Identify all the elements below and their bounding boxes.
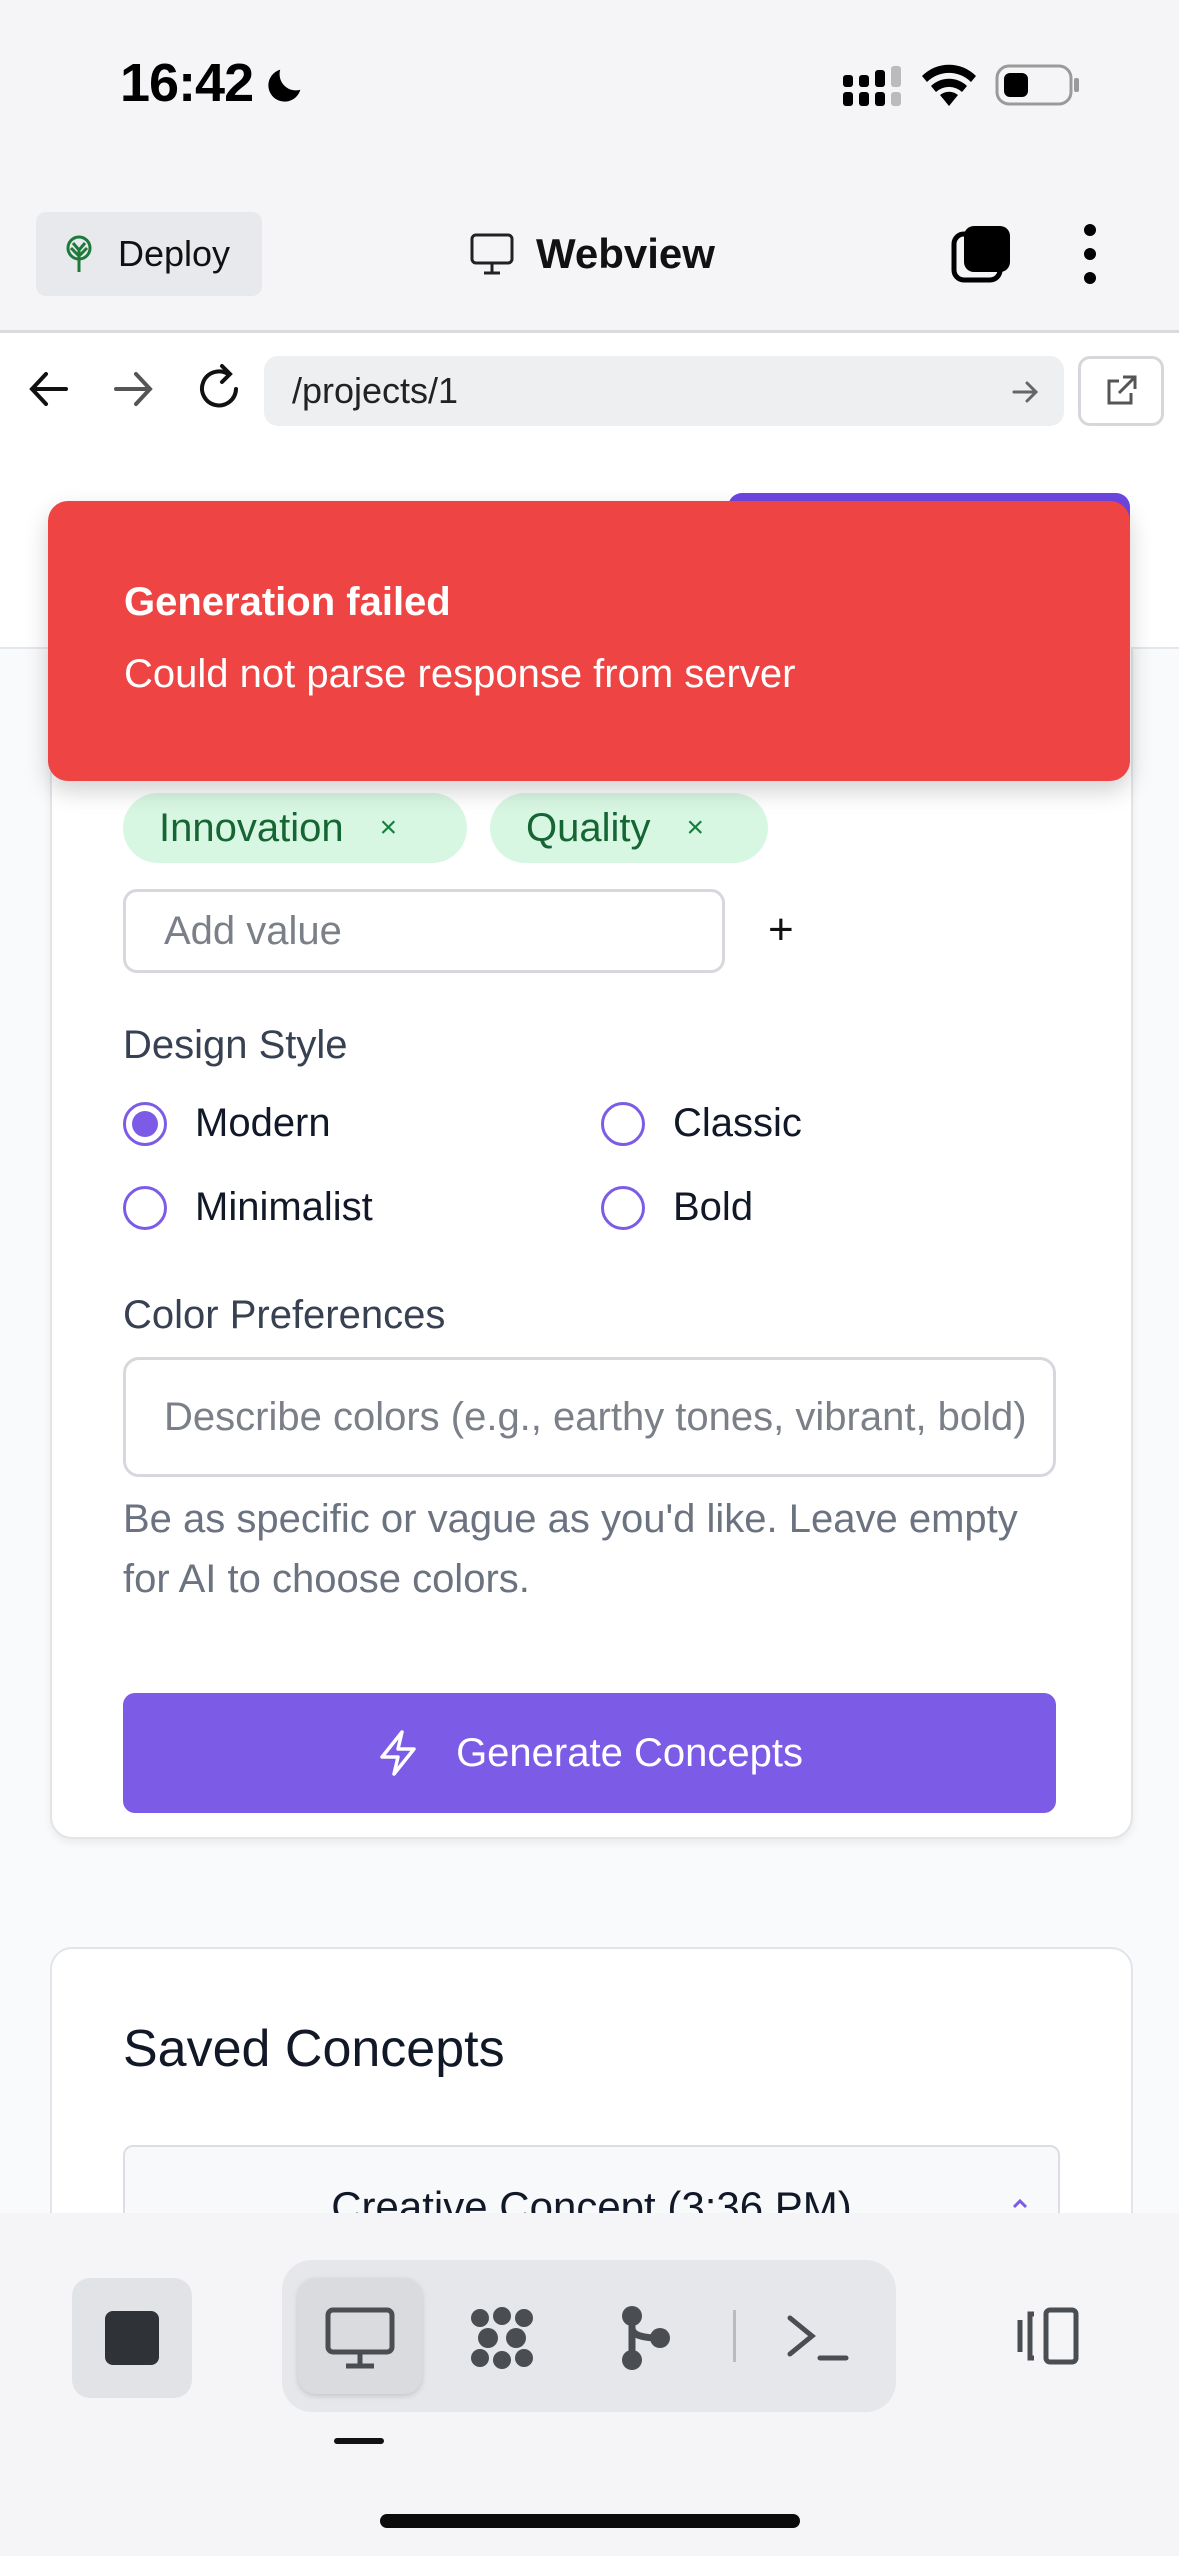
moon-icon — [268, 69, 301, 102]
side-panel-icon[interactable] — [1012, 2304, 1082, 2368]
home-indicator[interactable] — [380, 2514, 800, 2528]
webview-title: Webview — [470, 226, 715, 282]
saved-concepts-title: Saved Concepts — [123, 2020, 505, 2078]
go-arrow-icon[interactable] — [1010, 376, 1042, 408]
tabs-icon[interactable] — [950, 222, 1014, 286]
signal-icon — [843, 66, 901, 106]
value-chip: Innovation × — [123, 793, 467, 863]
radio-label: Bold — [673, 1185, 754, 1229]
forward-arrow-icon[interactable] — [110, 366, 156, 412]
add-value-button[interactable]: + — [768, 905, 794, 955]
deploy-icon — [66, 235, 92, 272]
webview-tool-icon[interactable] — [324, 2304, 396, 2372]
design-style-label: Design Style — [123, 1023, 348, 1067]
add-value-input[interactable]: Add value — [123, 889, 725, 973]
external-link-icon — [1107, 375, 1137, 405]
git-branch-icon[interactable] — [610, 2304, 682, 2372]
radio-modern[interactable] — [123, 1102, 167, 1146]
back-arrow-icon[interactable] — [26, 366, 72, 412]
active-tab-indicator — [334, 2438, 384, 2444]
status-time: 16:42 — [120, 53, 254, 113]
url-input[interactable]: /projects/1 — [264, 356, 1064, 426]
toast-title: Generation failed — [124, 580, 451, 624]
remove-chip-icon[interactable]: × — [687, 811, 705, 845]
error-toast[interactable] — [48, 501, 1130, 781]
stop-icon — [105, 2311, 159, 2365]
lightning-icon — [380, 1730, 416, 1776]
radio-label: Modern — [195, 1101, 331, 1145]
toast-message: Could not parse response from server — [124, 652, 796, 696]
chevron-icon — [1012, 2198, 1028, 2209]
wifi-icon — [922, 64, 976, 106]
radio-label: Minimalist — [195, 1185, 373, 1229]
radio-classic[interactable] — [601, 1102, 645, 1146]
radio-label: Classic — [673, 1101, 802, 1145]
terminal-icon[interactable] — [782, 2304, 854, 2372]
open-external-button[interactable] — [1078, 356, 1164, 426]
color-help-text: Be as specific or vague as you'd like. L… — [123, 1497, 1018, 1601]
battery-icon — [995, 64, 1079, 106]
radio-minimalist[interactable] — [123, 1186, 167, 1230]
stop-button[interactable] — [72, 2278, 192, 2398]
radio-bold[interactable] — [601, 1186, 645, 1230]
more-menu-icon[interactable] — [1070, 222, 1110, 286]
color-preferences-label: Color Preferences — [123, 1293, 446, 1337]
saved-concept-item[interactable]: Creative Concept (3:36 PM) — [123, 2145, 1060, 2213]
generate-concepts-button[interactable]: Generate Concepts — [123, 1693, 1056, 1813]
monitor-icon — [470, 233, 514, 275]
remove-chip-icon[interactable]: × — [380, 811, 398, 845]
deploy-button[interactable]: Deploy — [36, 212, 262, 296]
agent-tool-icon[interactable] — [466, 2304, 538, 2372]
color-preferences-input[interactable]: Describe colors (e.g., earthy tones, vib… — [123, 1357, 1056, 1477]
value-chip: Quality × — [490, 793, 768, 863]
reload-icon[interactable] — [192, 362, 246, 416]
deploy-label: Deploy — [118, 233, 231, 274]
toolbar-divider — [733, 2310, 736, 2362]
